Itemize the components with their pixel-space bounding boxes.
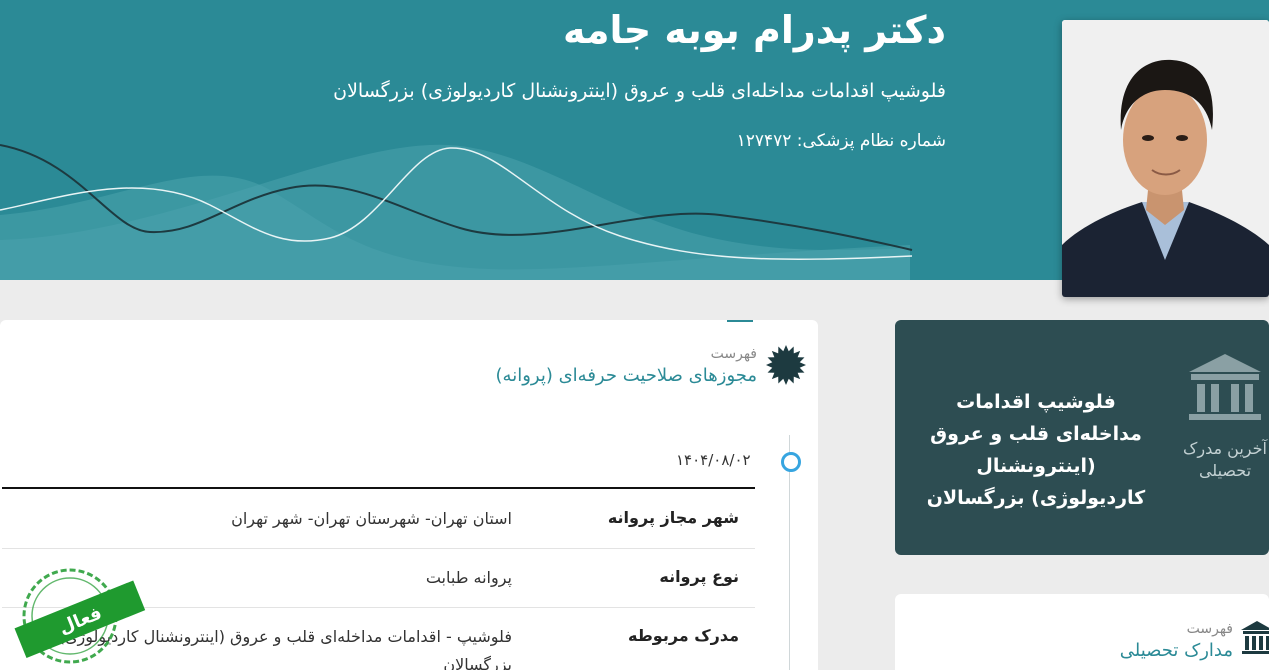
timeline-dot <box>781 452 801 472</box>
licenses-kicker: فهرست <box>710 346 757 362</box>
license-row-label: مدرک مربوطه <box>628 626 739 645</box>
registration-info: شماره نظام پزشکی: ۱۲۷۴۷۲ <box>737 131 946 151</box>
doctor-photo <box>1062 20 1269 297</box>
license-divider <box>2 487 755 489</box>
license-date: ۱۴۰۴/۰۸/۰۲ <box>676 451 751 469</box>
registration-label: شماره نظام پزشکی: <box>796 131 946 151</box>
degrees-kicker: فهرست <box>1186 621 1233 637</box>
active-status-stamp: فعال <box>14 568 146 664</box>
license-row-value: استان تهران- شهرستان تهران- شهر تهران <box>231 509 512 528</box>
university-building-icon <box>1241 621 1269 654</box>
license-row-label: نوع پروانه <box>659 567 739 586</box>
doctor-name: دکتر پدرام بوبه جامه <box>562 8 946 52</box>
row-divider <box>2 548 755 549</box>
university-building-icon <box>1189 354 1261 420</box>
seal-badge-icon <box>766 345 806 385</box>
doctor-specialty: فلوشیپ اقدامات مداخله‌ای قلب و عروق (این… <box>333 80 946 102</box>
license-row-label: شهر مجاز پروانه <box>607 508 739 527</box>
licenses-title: مجوزهای صلاحیت حرفه‌ای (پروانه) <box>495 365 757 386</box>
latest-degree-label: آخرین مدرک تحصیلی <box>1183 439 1267 480</box>
registration-number: ۱۲۷۴۷۲ <box>736 131 792 151</box>
degrees-title: مدارک تحصیلی <box>1119 640 1233 661</box>
card-accent <box>727 320 753 322</box>
latest-degree-value: فلوشیپ اقدامات مداخله‌ای قلب و عروق (این… <box>926 391 1146 509</box>
avatar-portrait <box>1062 20 1269 297</box>
